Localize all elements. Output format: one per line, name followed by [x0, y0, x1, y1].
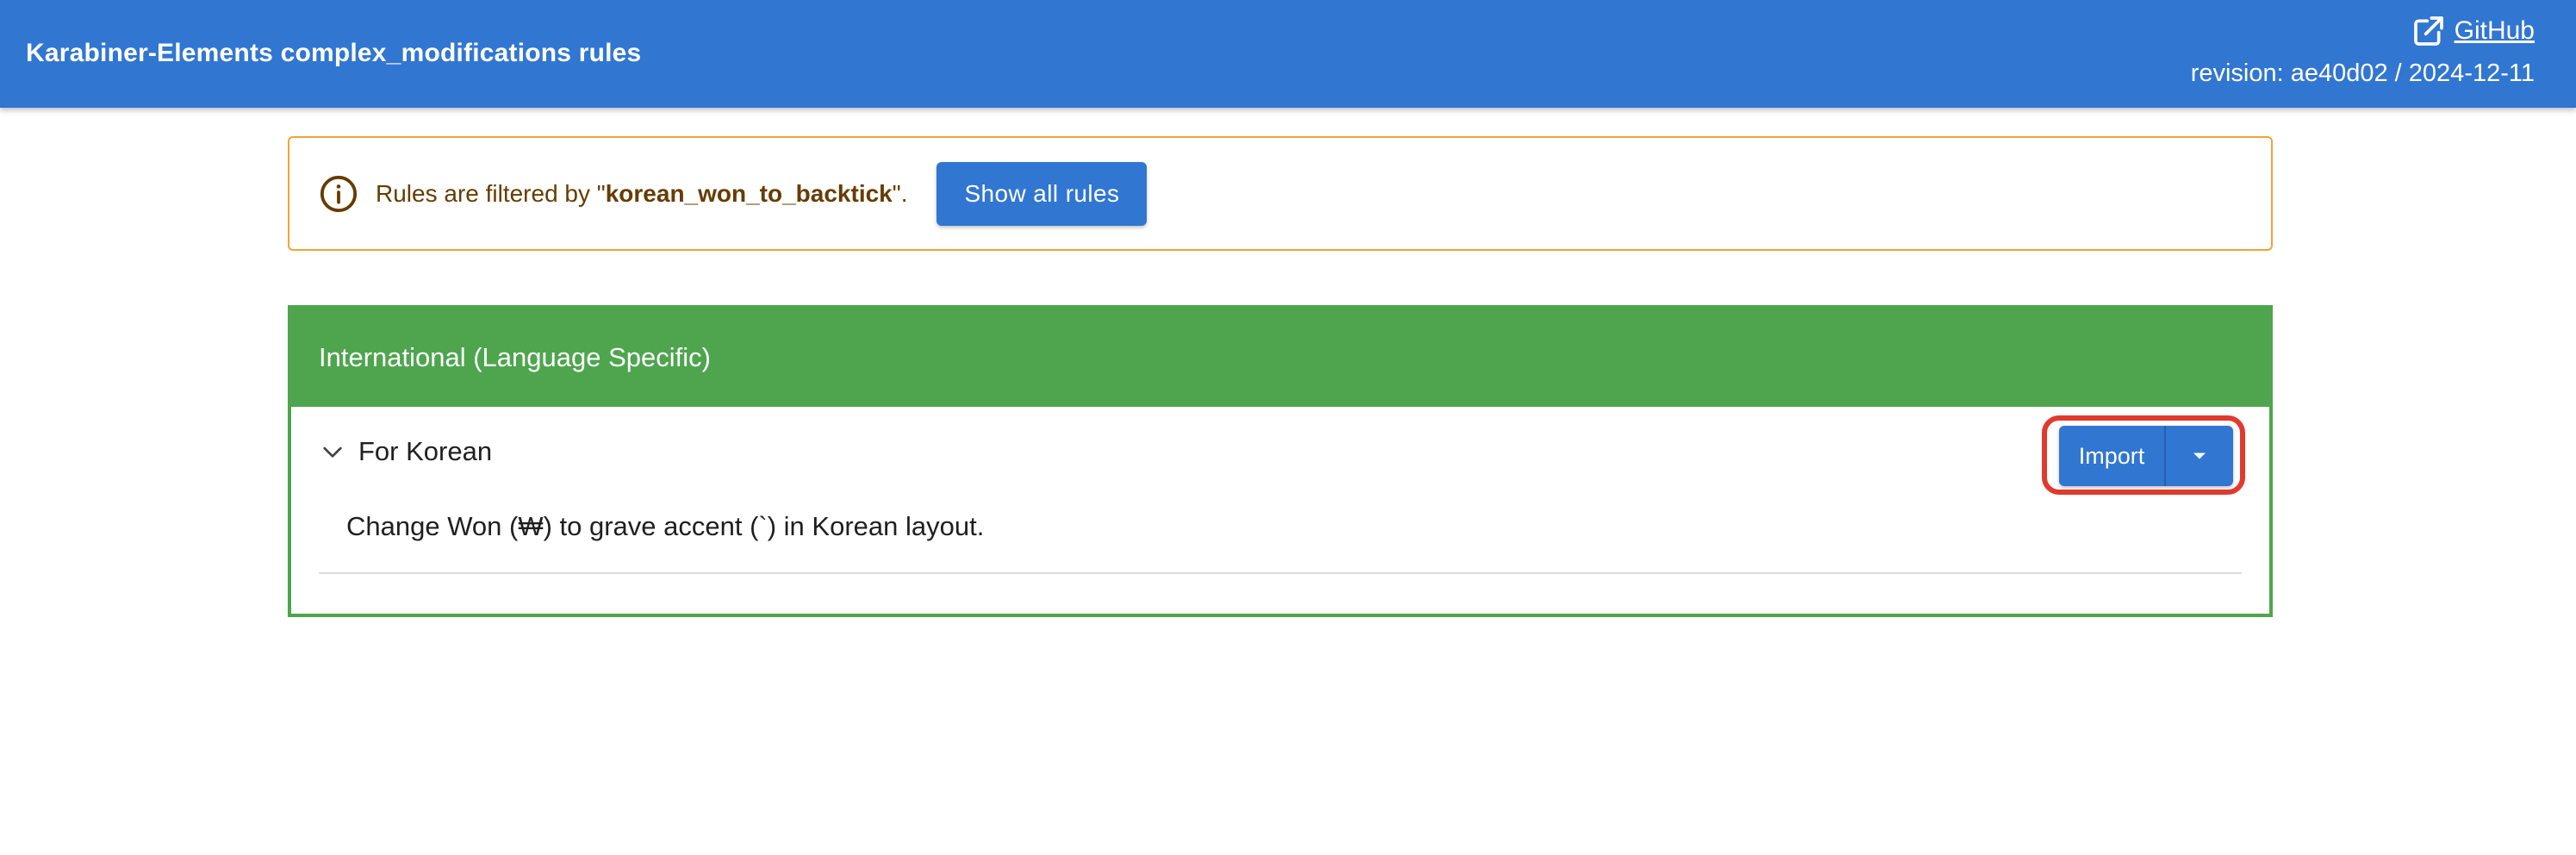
- rule-row: For Korean Import: [319, 407, 2245, 503]
- category-card: International (Language Specific) For Ko…: [288, 305, 2273, 617]
- filter-alert: Rules are filtered by "korean_won_to_bac…: [288, 136, 2273, 251]
- import-options-button[interactable]: [2166, 426, 2233, 486]
- open-in-new-icon: [2411, 14, 2446, 48]
- revision-text: revision: ae40d02 / 2024-12-11: [2190, 59, 2535, 87]
- filter-message: Rules are filtered by "korean_won_to_bac…: [376, 177, 907, 211]
- header-right: GitHub revision: ae40d02 / 2024-12-11: [2191, 12, 2535, 92]
- github-link-label: GitHub: [2454, 16, 2535, 45]
- github-link[interactable]: GitHub: [2411, 12, 2535, 50]
- app-title: Karabiner-Elements complex_modifications…: [26, 39, 642, 67]
- arrow-drop-down-icon: [2187, 444, 2212, 468]
- show-all-rules-button[interactable]: Show all rules: [936, 161, 1148, 226]
- filter-value: korean_won_to_backtick: [605, 179, 893, 207]
- import-split-button: Import: [2059, 426, 2233, 486]
- filter-suffix: ".: [892, 179, 908, 207]
- rule-description: Change Won (₩) to grave accent (`) in Ko…: [319, 503, 2242, 574]
- filter-prefix: Rules are filtered by ": [376, 179, 606, 207]
- app-header: Karabiner-Elements complex_modifications…: [0, 0, 2576, 108]
- info-icon: [319, 174, 358, 214]
- category-header: International (Language Specific): [291, 309, 2269, 407]
- import-button[interactable]: Import: [2059, 426, 2164, 486]
- rule-title[interactable]: For Korean: [358, 433, 492, 471]
- chevron-down-icon[interactable]: [319, 438, 346, 465]
